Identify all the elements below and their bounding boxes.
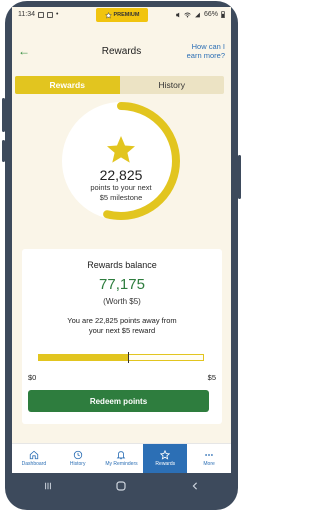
reward-progress-marker xyxy=(127,352,129,363)
signal-icon xyxy=(195,12,200,17)
nav-label: Dashboard xyxy=(21,461,47,467)
premium-badge[interactable]: PREMIUM xyxy=(96,8,148,22)
nav-my-reminders[interactable]: My Reminders xyxy=(100,444,144,473)
tab-rewards[interactable]: Rewards xyxy=(15,76,120,94)
android-nav-bar xyxy=(12,473,231,499)
reward-progress-fill xyxy=(39,355,128,360)
back-button-icon[interactable] xyxy=(191,482,199,490)
home-icon xyxy=(29,450,39,460)
progress-min-label: $0 xyxy=(28,373,37,382)
progress-ring: 22,825 points to your next $5 milestone xyxy=(59,99,183,223)
card-title: Rewards balance xyxy=(87,260,157,270)
redeem-points-button[interactable]: Redeem points xyxy=(28,390,209,412)
ring-subtitle-1: points to your next xyxy=(90,183,152,192)
clock-icon xyxy=(73,450,82,460)
app-screen: ← Rewards How can I earn more? Rewards H… xyxy=(12,22,231,473)
bell-icon xyxy=(117,451,126,460)
nav-label: History xyxy=(69,461,86,467)
balance-worth: (Worth $5) xyxy=(103,297,141,306)
message-line-1: You are 22,825 points away from xyxy=(67,316,177,325)
nav-history[interactable]: History xyxy=(56,444,100,473)
bixby-button xyxy=(2,140,5,162)
how-to-earn-link[interactable]: How can I earn more? xyxy=(185,42,225,60)
volume-button xyxy=(2,98,5,132)
premium-label: PREMIUM xyxy=(113,12,140,18)
more-dots-icon xyxy=(205,454,213,456)
overflow-dot: • xyxy=(56,11,59,18)
progress-max-label: $5 xyxy=(207,373,216,382)
nav-label: More xyxy=(203,461,215,467)
nav-dashboard[interactable]: Dashboard xyxy=(12,444,56,473)
ring-text: 22,825 points to your next $5 milestone xyxy=(59,167,183,203)
mute-icon xyxy=(176,12,180,17)
header: ← Rewards How can I earn more? xyxy=(12,40,231,70)
status-time: 11:34 xyxy=(18,11,35,18)
star-icon xyxy=(104,11,112,19)
notification-icon xyxy=(38,11,44,18)
notification-icon xyxy=(47,11,53,18)
ring-subtitle-2: $5 milestone xyxy=(99,193,143,202)
nav-rewards[interactable]: Rewards xyxy=(143,444,188,473)
reward-progress-bar xyxy=(38,352,204,363)
bottom-nav: Dashboard History My Reminders Rewards M… xyxy=(12,443,231,473)
tabs: Rewards History xyxy=(15,76,224,94)
points-remaining: 22,825 xyxy=(99,167,143,183)
star-icon xyxy=(160,450,171,460)
power-button xyxy=(238,155,241,199)
recent-apps-icon[interactable] xyxy=(44,482,52,490)
tab-history[interactable]: History xyxy=(120,76,225,94)
points-away-message: You are 22,825 points away from your nex… xyxy=(32,316,212,336)
wifi-icon xyxy=(184,12,191,17)
battery-icon xyxy=(221,11,225,18)
home-button-icon[interactable] xyxy=(116,481,127,491)
message-line-2: your next $5 reward xyxy=(88,326,156,335)
balance-value: 77,175 xyxy=(99,276,145,293)
battery-percent: 66% xyxy=(203,11,218,18)
nav-label: Rewards xyxy=(155,461,176,467)
nav-more[interactable]: More xyxy=(187,444,231,473)
rewards-balance-card: Rewards balance 77,175 (Worth $5) You ar… xyxy=(22,249,222,424)
nav-label: My Reminders xyxy=(105,461,138,467)
progress-ring-graphic xyxy=(62,102,180,220)
